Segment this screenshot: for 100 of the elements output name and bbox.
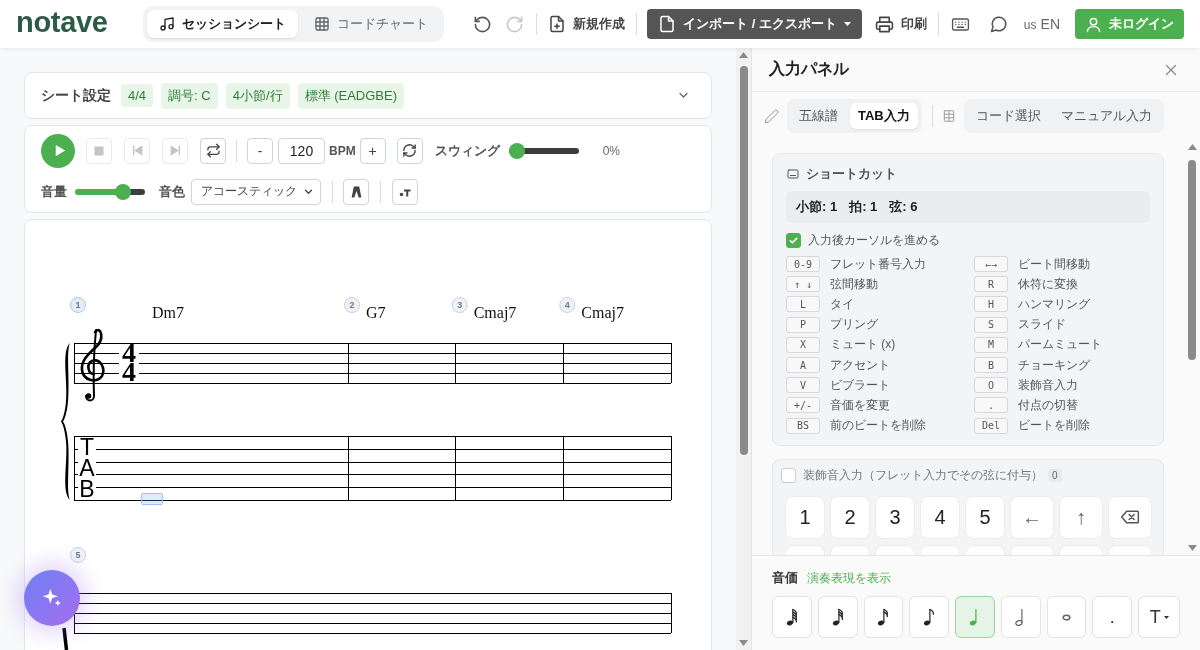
scrollbar-thumb[interactable] xyxy=(739,66,748,455)
scrollbar-thumb[interactable] xyxy=(1188,160,1196,360)
note-value-button[interactable]: T xyxy=(1138,596,1180,638)
dot-tee-button[interactable] xyxy=(392,178,418,205)
mode-tab[interactable]: コード選択 xyxy=(967,103,1049,129)
slider-thumb[interactable] xyxy=(114,183,131,200)
chevron-down-icon xyxy=(303,188,314,195)
tempo-increase-button[interactable]: + xyxy=(359,137,386,164)
whole-note-icon xyxy=(1062,613,1072,621)
key-cap: S xyxy=(974,316,1008,333)
thirty-second-note-icon xyxy=(831,608,844,626)
panel-title: 入力パネル xyxy=(769,59,849,79)
shortcut-label: 前のビートを削除 xyxy=(830,417,926,435)
scroll-up-icon xyxy=(739,52,748,58)
slider-thumb[interactable] xyxy=(508,142,525,159)
setting-chip: 4小節/行 xyxy=(225,82,290,109)
key-cap: BS xyxy=(786,417,820,434)
grid-icon xyxy=(313,16,330,32)
file-plus-icon xyxy=(548,15,566,33)
shortcut-label: タイ xyxy=(830,295,854,313)
pencil-icon xyxy=(764,108,779,124)
measure-number: 2 xyxy=(344,297,360,313)
note-value-button[interactable]: . xyxy=(1092,596,1133,638)
key-cap: A xyxy=(786,357,820,374)
section-title: 音価 xyxy=(772,569,798,587)
key-cap: B xyxy=(974,357,1008,374)
brace xyxy=(62,627,69,650)
shortcut-label: 装飾音入力 xyxy=(1018,376,1078,394)
skip-back-icon xyxy=(130,144,144,157)
keypad-key[interactable]: 3 xyxy=(875,495,915,539)
tone-select[interactable]: アコースティック xyxy=(191,178,321,205)
setting-chip: 調号: C xyxy=(161,82,218,109)
setting-chip: 標準 (EADGBE) xyxy=(297,82,404,109)
key-cap: O xyxy=(974,377,1008,394)
mode-tab[interactable]: マニュアル入力 xyxy=(1052,103,1160,129)
tempo-decrease-button[interactable]: - xyxy=(247,137,273,164)
scroll-down-icon xyxy=(739,640,748,646)
note-value-button[interactable] xyxy=(817,596,858,638)
checkbox[interactable] xyxy=(786,232,801,248)
key-cap: H xyxy=(974,296,1008,313)
keypad-key[interactable]: 2 xyxy=(830,495,870,539)
note-value-button[interactable] xyxy=(909,596,950,638)
keypad-key[interactable]: ← xyxy=(1010,495,1054,539)
shortcut-label: チョーキング xyxy=(1018,356,1090,374)
print-button[interactable]: 印刷 xyxy=(871,9,930,39)
keypad-key[interactable]: 4 xyxy=(920,495,960,539)
import-export-button[interactable]: インポート / エクスポート xyxy=(647,9,862,39)
setting-chip: 4/4 xyxy=(121,84,154,107)
chord-name: Cmaj7 xyxy=(473,304,517,321)
mode-tab[interactable]: TAB入力 xyxy=(850,103,918,129)
backspace-key[interactable] xyxy=(1108,495,1152,539)
chord-name: Dm7 xyxy=(152,304,184,321)
measure-number: 4 xyxy=(559,297,576,313)
shortcut-label: プリング xyxy=(830,316,878,334)
caret-icon xyxy=(1163,615,1169,619)
checkbox-label: 装飾音入力（フレット入力でその弦に付与） xyxy=(803,467,1043,485)
arch-icon xyxy=(349,184,363,199)
sync-button[interactable] xyxy=(396,137,423,164)
note-value-button[interactable] xyxy=(772,596,812,638)
keypad-key[interactable]: 1 xyxy=(785,495,825,539)
scroll-down-icon xyxy=(1187,545,1197,551)
key-cap: V xyxy=(786,377,820,394)
refresh-icon xyxy=(402,143,418,158)
volume-label: 音量 xyxy=(41,182,67,201)
loop-button[interactable] xyxy=(200,137,226,164)
view-tab[interactable]: コードチャート xyxy=(301,10,440,38)
tempo-unit: BPM xyxy=(329,143,356,158)
keyboard-icon xyxy=(786,168,800,180)
stop-icon xyxy=(93,144,105,157)
repeat-icon xyxy=(205,143,221,158)
keypad-key[interactable]: ↑ xyxy=(1059,495,1103,539)
shortcut-label: 付点の切替 xyxy=(1018,396,1078,414)
chord-name: G7 xyxy=(366,304,386,321)
mode-tab[interactable]: 五線譜 xyxy=(791,103,846,129)
new-button[interactable]: 新規作成 xyxy=(545,9,628,39)
shortcut-label: 音価を変更 xyxy=(830,396,890,414)
view-tab[interactable]: セッションシート xyxy=(146,10,298,38)
file-icon xyxy=(658,15,676,33)
cursor-position-text: 拍: 1 xyxy=(849,198,878,216)
caret-icon xyxy=(843,22,851,26)
note-value-button[interactable] xyxy=(863,596,904,638)
language-button[interactable]: us EN xyxy=(1020,16,1063,32)
count-badge: 0 xyxy=(1048,469,1062,483)
measure-number: 3 xyxy=(451,297,468,313)
arch-button[interactable] xyxy=(343,178,369,205)
key-cap: P xyxy=(786,316,820,333)
shortcut-label: ミュート (x) xyxy=(830,336,896,354)
shortcut-label: ビートを削除 xyxy=(1018,417,1090,435)
shortcut-label: フレット番号入力 xyxy=(830,255,926,273)
printer-icon xyxy=(874,14,894,34)
checkbox-label: 入力後カーソルを進める xyxy=(808,231,940,249)
play-button[interactable] xyxy=(41,133,75,168)
checkbox[interactable] xyxy=(781,468,796,484)
chord-name: Cmaj7 xyxy=(581,304,624,321)
cursor-position-text: 小節: 1 xyxy=(796,198,838,216)
key-cap: 0-9 xyxy=(786,256,820,273)
keypad-key[interactable]: 5 xyxy=(965,495,1005,539)
tempo-input[interactable]: 120 xyxy=(278,137,325,164)
undo-icon xyxy=(472,14,492,34)
shortcut-label: 弦間移動 xyxy=(830,275,878,293)
